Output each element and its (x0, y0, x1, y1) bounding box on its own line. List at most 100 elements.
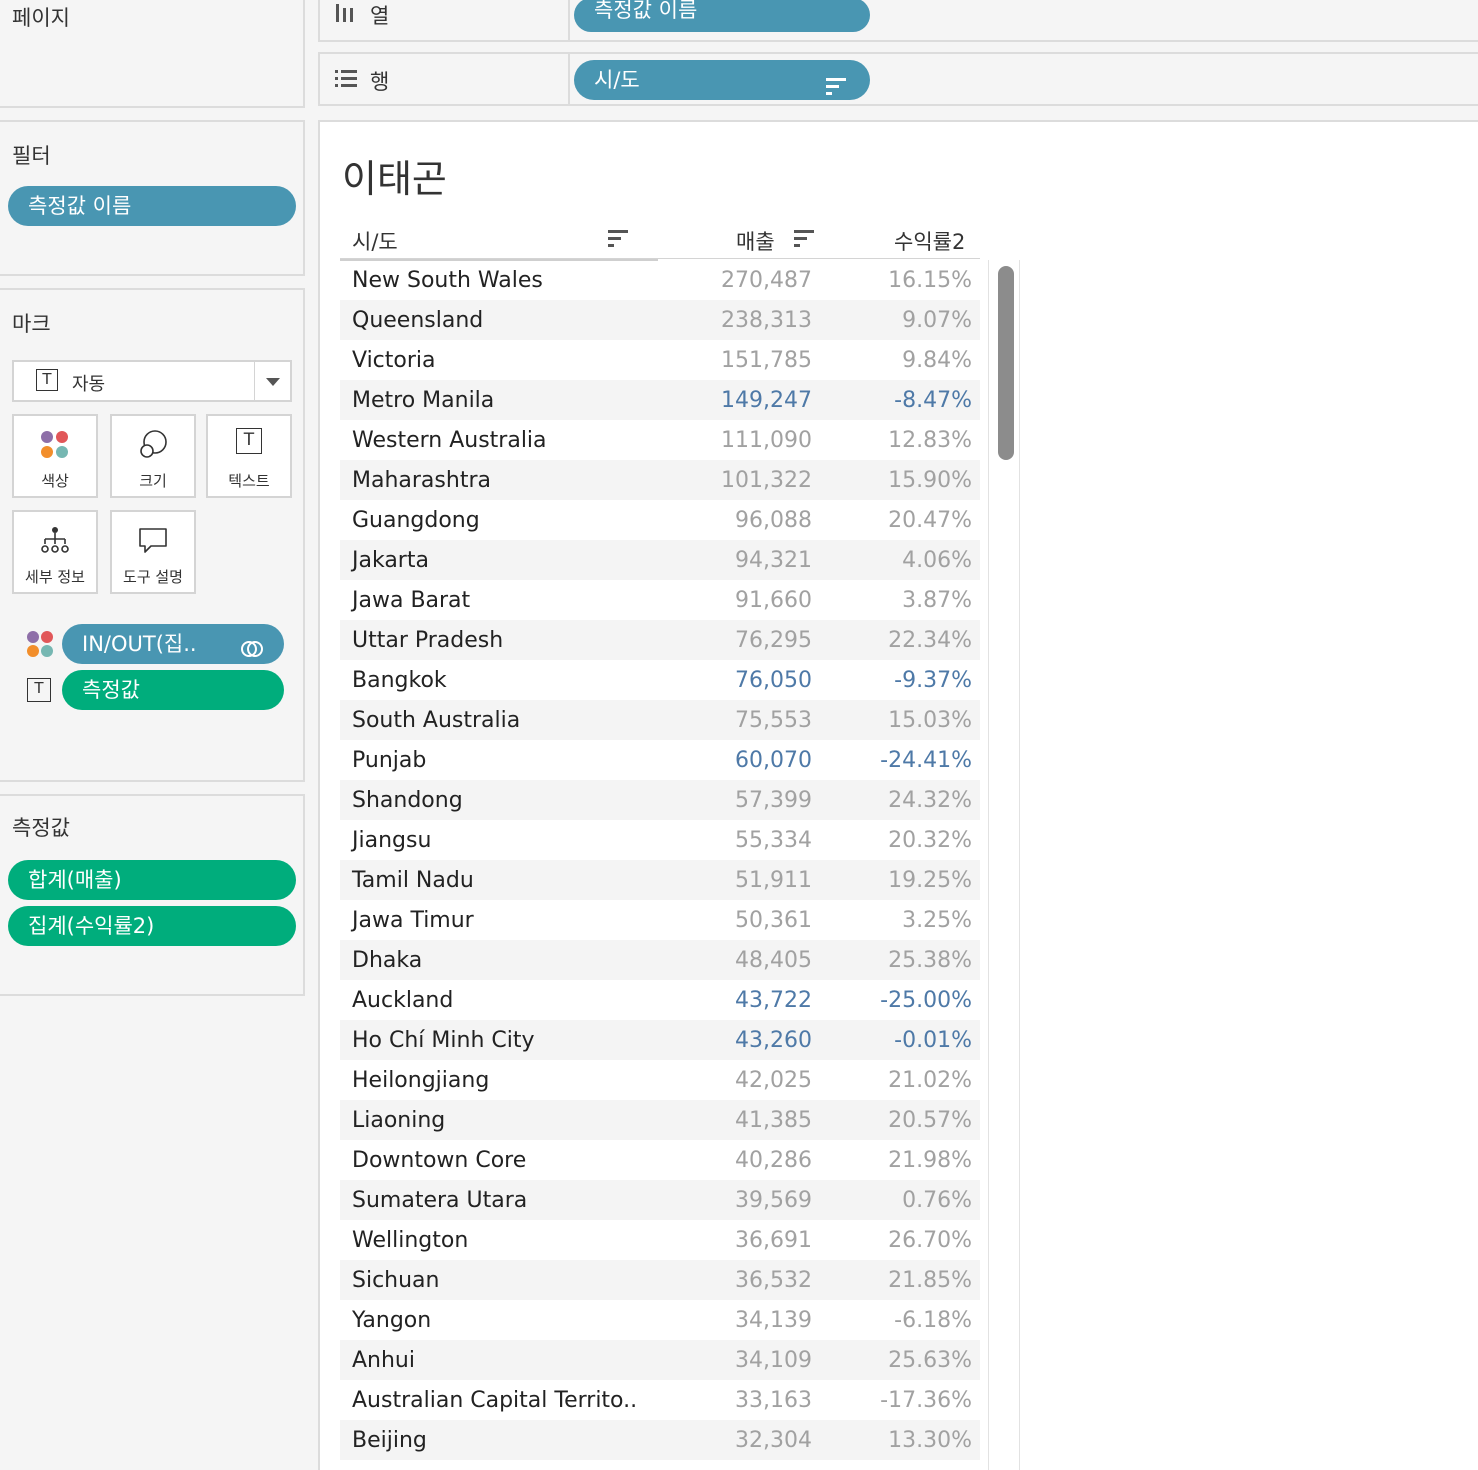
sales-cell[interactable]: 94,321 (658, 540, 812, 580)
profit-cell[interactable]: 20.32% (812, 820, 980, 860)
sales-cell[interactable]: 50,361 (658, 900, 812, 940)
profit-cell[interactable]: -0.01% (812, 1020, 980, 1060)
region-cell[interactable]: Anhui (340, 1340, 658, 1380)
sales-cell[interactable]: 48,405 (658, 940, 812, 980)
profit-cell[interactable]: 21.98% (812, 1140, 980, 1180)
profit-cell[interactable]: 21.02% (812, 1060, 980, 1100)
profit-cell[interactable]: 25.63% (812, 1340, 980, 1380)
filter-pill-measure-names[interactable]: 측정값 이름 (8, 186, 296, 226)
table-row[interactable]: Uttar Pradesh 76,295 22.34% (340, 620, 980, 660)
sales-cell[interactable]: 101,322 (658, 460, 812, 500)
sales-cell[interactable]: 76,050 (658, 660, 812, 700)
profit-cell[interactable]: -6.18% (812, 1300, 980, 1340)
profit-cell[interactable]: -25.00% (812, 980, 980, 1020)
rows-pill-region[interactable]: 시/도 (574, 60, 870, 100)
sales-cell[interactable]: 51,911 (658, 860, 812, 900)
measure-pill-sum-sales[interactable]: 합계(매출) (8, 860, 296, 900)
table-row[interactable]: Guangdong 96,088 20.47% (340, 500, 980, 540)
mark-type-dropdown[interactable]: T 자동 (12, 360, 292, 402)
color-field-pill[interactable]: IN/OUT(집.. (62, 624, 284, 664)
columns-pill-measure-names[interactable]: 측정값 이름 (574, 0, 870, 32)
sales-cell[interactable]: 111,090 (658, 420, 812, 460)
table-row[interactable]: New South Wales 270,487 16.15% (340, 260, 980, 300)
sales-cell[interactable]: 34,139 (658, 1300, 812, 1340)
region-cell[interactable]: Victoria (340, 340, 658, 380)
region-cell[interactable]: Wellington (340, 1220, 658, 1260)
table-row[interactable]: Victoria 151,785 9.84% (340, 340, 980, 380)
sales-cell[interactable]: 91,660 (658, 580, 812, 620)
region-cell[interactable]: New South Wales (340, 260, 658, 300)
region-cell[interactable]: Beijing (340, 1420, 658, 1460)
profit-cell[interactable]: 20.57% (812, 1100, 980, 1140)
profit-cell[interactable]: 22.34% (812, 620, 980, 660)
sales-cell[interactable]: 75,553 (658, 700, 812, 740)
sales-cell[interactable]: 40,286 (658, 1140, 812, 1180)
table-row[interactable]: Queensland 238,313 9.07% (340, 300, 980, 340)
sales-cell[interactable]: 96,088 (658, 500, 812, 540)
profit-cell[interactable]: 12.83% (812, 420, 980, 460)
region-cell[interactable]: Bangkok (340, 660, 658, 700)
profit-cell[interactable]: 16.15% (812, 260, 980, 300)
sort-icon[interactable] (794, 230, 814, 248)
vertical-scrollbar-thumb[interactable] (998, 266, 1014, 460)
table-row[interactable]: Jawa Timur 50,361 3.25% (340, 900, 980, 940)
table-row[interactable]: Beijing 32,304 13.30% (340, 1420, 980, 1460)
profit-cell[interactable]: 4.06% (812, 540, 980, 580)
sales-cell[interactable]: 57,399 (658, 780, 812, 820)
table-row[interactable]: Yangon 34,139 -6.18% (340, 1300, 980, 1340)
table-row[interactable]: Sumatera Utara 39,569 0.76% (340, 1180, 980, 1220)
region-cell[interactable]: Downtown Core (340, 1140, 658, 1180)
header-sales[interactable]: 매출 (736, 226, 775, 256)
profit-cell[interactable]: 20.47% (812, 500, 980, 540)
table-row[interactable]: Auckland 43,722 -25.00% (340, 980, 980, 1020)
table-row[interactable]: Ho Chí Minh City 43,260 -0.01% (340, 1020, 980, 1060)
region-cell[interactable]: Liaoning (340, 1100, 658, 1140)
region-cell[interactable]: Ho Chí Minh City (340, 1020, 658, 1060)
detail-button[interactable]: 세부 정보 (12, 510, 98, 594)
profit-cell[interactable]: 24.32% (812, 780, 980, 820)
region-cell[interactable]: Australian Capital Territo.. (340, 1380, 658, 1420)
profit-cell[interactable]: 9.07% (812, 300, 980, 340)
region-cell[interactable]: Yangon (340, 1300, 658, 1340)
profit-cell[interactable]: 13.30% (812, 1420, 980, 1460)
table-row[interactable]: Jawa Barat 91,660 3.87% (340, 580, 980, 620)
profit-cell[interactable]: 3.87% (812, 580, 980, 620)
table-row[interactable]: Tamil Nadu 51,911 19.25% (340, 860, 980, 900)
table-row[interactable]: Jiangsu 55,334 20.32% (340, 820, 980, 860)
table-row[interactable]: Heilongjiang 42,025 21.02% (340, 1060, 980, 1100)
table-row[interactable]: Western Australia 111,090 12.83% (340, 420, 980, 460)
profit-cell[interactable]: -9.37% (812, 660, 980, 700)
sales-cell[interactable]: 32,304 (658, 1420, 812, 1460)
sales-cell[interactable]: 60,070 (658, 740, 812, 780)
table-row[interactable]: Bangkok 76,050 -9.37% (340, 660, 980, 700)
sales-cell[interactable]: 149,247 (658, 380, 812, 420)
sales-cell[interactable]: 43,260 (658, 1020, 812, 1060)
table-row[interactable]: Punjab 60,070 -24.41% (340, 740, 980, 780)
table-row[interactable]: Liaoning 41,385 20.57% (340, 1100, 980, 1140)
profit-cell[interactable]: 15.90% (812, 460, 980, 500)
table-row[interactable]: Sichuan 36,532 21.85% (340, 1260, 980, 1300)
region-cell[interactable]: Shandong (340, 780, 658, 820)
region-cell[interactable]: Heilongjiang (340, 1060, 658, 1100)
region-cell[interactable]: Western Australia (340, 420, 658, 460)
table-row[interactable]: South Australia 75,553 15.03% (340, 700, 980, 740)
region-cell[interactable]: Dhaka (340, 940, 658, 980)
sales-cell[interactable]: 238,313 (658, 300, 812, 340)
sales-cell[interactable]: 33,163 (658, 1380, 812, 1420)
table-row[interactable]: Downtown Core 40,286 21.98% (340, 1140, 980, 1180)
chevron-down-icon[interactable] (254, 362, 290, 400)
region-cell[interactable]: Jawa Timur (340, 900, 658, 940)
sales-cell[interactable]: 151,785 (658, 340, 812, 380)
sales-cell[interactable]: 36,691 (658, 1220, 812, 1260)
sales-cell[interactable]: 76,295 (658, 620, 812, 660)
header-region[interactable]: 시/도 (352, 226, 398, 256)
profit-cell[interactable]: 15.03% (812, 700, 980, 740)
region-cell[interactable]: Punjab (340, 740, 658, 780)
table-row[interactable]: Maharashtra 101,322 15.90% (340, 460, 980, 500)
table-row[interactable]: Jakarta 94,321 4.06% (340, 540, 980, 580)
region-cell[interactable]: Sichuan (340, 1260, 658, 1300)
region-cell[interactable]: Sumatera Utara (340, 1180, 658, 1220)
profit-cell[interactable]: 21.85% (812, 1260, 980, 1300)
profit-cell[interactable]: -8.47% (812, 380, 980, 420)
region-cell[interactable]: Queensland (340, 300, 658, 340)
